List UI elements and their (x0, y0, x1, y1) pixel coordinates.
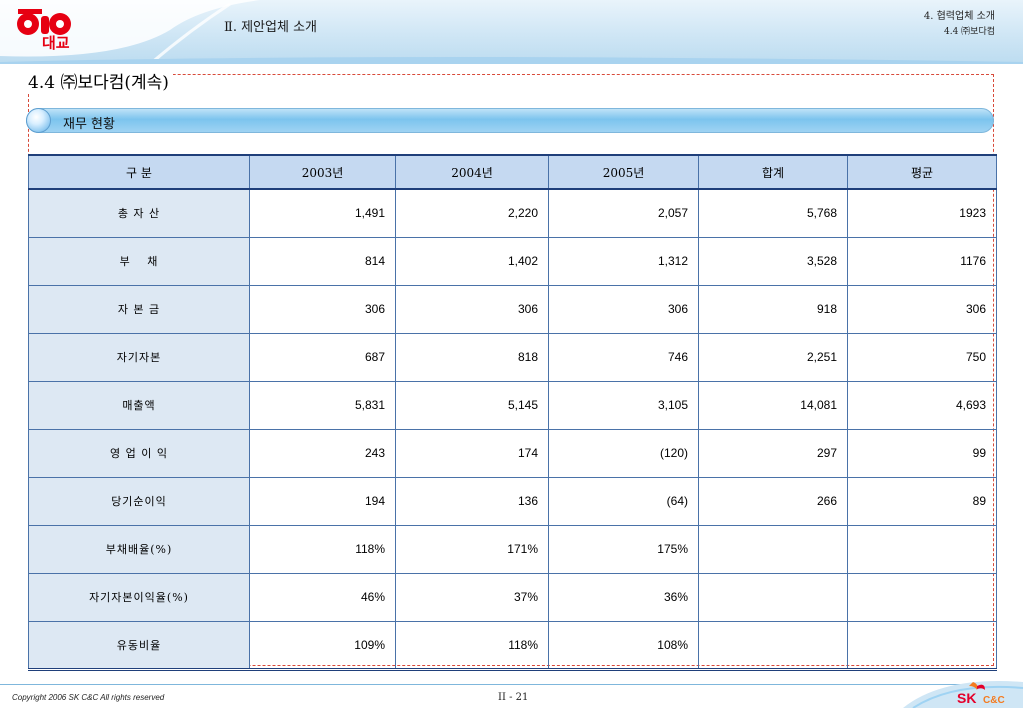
table-cell: 175% (548, 524, 699, 574)
table-cell: 918 (698, 284, 848, 334)
row-label: 부채배율(%) (28, 524, 250, 574)
table-row: 부 채 814 1,402 1,312 3,528 1176 (28, 236, 997, 286)
row-label: 당기순이익 (28, 476, 250, 526)
table-cell: 2,251 (698, 332, 848, 382)
table-cell: 14,081 (698, 380, 848, 430)
table-cell (698, 572, 848, 622)
table-cell (847, 620, 997, 671)
table-row: 영 업 이 익 243 174 (120) 297 99 (28, 428, 997, 478)
table-header-row: 구 분 2003년 2004년 2005년 합계 평균 (28, 154, 997, 190)
sk-cc-logo: SK C&C (957, 682, 1005, 706)
row-label: 총 자 산 (28, 188, 250, 238)
column-header: 평균 (847, 154, 997, 190)
table-cell: 1176 (847, 236, 997, 286)
table-cell: (64) (548, 476, 699, 526)
breadcrumb: 4. 협력업체 소개 4.4 ㈜보다컴 (924, 9, 995, 39)
table-cell: 118% (249, 524, 396, 574)
table-cell: 818 (395, 332, 549, 382)
table-cell: 306 (548, 284, 699, 334)
table-cell: 3,105 (548, 380, 699, 430)
table-row: 유동비율 109% 118% 108% (28, 620, 997, 671)
footer-divider (0, 684, 1023, 685)
page-title: 4.4 ㈜보다컴(계속) (28, 68, 173, 93)
subtitle-bar: 재무 현황 (26, 108, 994, 133)
subtitle-label: 재무 현황 (63, 117, 115, 132)
daekyo-logo: 대교 (17, 9, 71, 52)
table-cell: 36% (548, 572, 699, 622)
table-cell: 37% (395, 572, 549, 622)
row-label: 유동비율 (28, 620, 250, 671)
table-cell: 136 (395, 476, 549, 526)
section-title: Ⅱ. 제안업체 소개 (224, 20, 317, 35)
table-cell: 1,402 (395, 236, 549, 286)
table-row: 자기자본이익율(%) 46% 37% 36% (28, 572, 997, 622)
table-cell: 266 (698, 476, 848, 526)
row-label: 자기자본 (28, 332, 250, 382)
table-cell (847, 524, 997, 574)
table-row: 당기순이익 194 136 (64) 266 89 (28, 476, 997, 526)
table-cell (698, 524, 848, 574)
column-header: 합계 (698, 154, 848, 190)
column-header: 2003년 (249, 154, 396, 190)
header-wave-graphic (0, 0, 1023, 64)
table-cell: 46% (249, 572, 396, 622)
table-row: 매출액 5,831 5,145 3,105 14,081 4,693 (28, 380, 997, 430)
table-cell: 2,220 (395, 188, 549, 238)
table-row: 자기자본 687 818 746 2,251 750 (28, 332, 997, 382)
table-cell: 118% (395, 620, 549, 671)
table-cell: 1,491 (249, 188, 396, 238)
table-row: 자 본 금 306 306 306 918 306 (28, 284, 997, 334)
table-cell: 306 (395, 284, 549, 334)
table-cell: 243 (249, 428, 396, 478)
sk-logo-text: SK (957, 690, 976, 706)
row-label: 매출액 (28, 380, 250, 430)
row-label: 영 업 이 익 (28, 428, 250, 478)
table-cell: 1,312 (548, 236, 699, 286)
table-cell (847, 572, 997, 622)
table-row: 총 자 산 1,491 2,220 2,057 5,768 1923 (28, 188, 997, 238)
copyright-text: Copyright 2006 SK C&C All rights reserve… (12, 693, 165, 702)
table-cell: 4,693 (847, 380, 997, 430)
table-cell: 89 (847, 476, 997, 526)
table-cell: 5,145 (395, 380, 549, 430)
column-header: 2004년 (395, 154, 549, 190)
column-header: 구 분 (28, 154, 250, 190)
financial-table: 구 분 2003년 2004년 2005년 합계 평균 총 자 산 1,491 … (28, 154, 997, 671)
row-label: 자기자본이익율(%) (28, 572, 250, 622)
table-cell: 171% (395, 524, 549, 574)
table-cell: 108% (548, 620, 699, 671)
table-cell: 99 (847, 428, 997, 478)
table-cell: 3,528 (698, 236, 848, 286)
table-cell: 750 (847, 332, 997, 382)
table-cell: 306 (249, 284, 396, 334)
table-cell: 306 (847, 284, 997, 334)
row-label: 자 본 금 (28, 284, 250, 334)
row-label: 부 채 (28, 236, 250, 286)
table-cell: 687 (249, 332, 396, 382)
table-cell: 814 (249, 236, 396, 286)
table-cell: 297 (698, 428, 848, 478)
table-cell: 194 (249, 476, 396, 526)
table-cell: 746 (548, 332, 699, 382)
table-cell: (120) (548, 428, 699, 478)
sk-butterfly-icon (969, 682, 978, 690)
logo-text: 대교 (42, 34, 70, 52)
table-cell: 2,057 (548, 188, 699, 238)
page-number: II - 21 (498, 692, 529, 703)
bullet-icon (26, 108, 51, 133)
table-row: 부채배율(%) 118% 171% 175% (28, 524, 997, 574)
table-cell: 109% (249, 620, 396, 671)
cc-logo-text: C&C (983, 695, 1005, 706)
table-cell: 5,831 (249, 380, 396, 430)
table-cell: 5,768 (698, 188, 848, 238)
table-cell: 174 (395, 428, 549, 478)
breadcrumb-chapter: 4. 협력업체 소개 (923, 11, 995, 22)
breadcrumb-section: 4.4 ㈜보다컴 (943, 27, 995, 37)
table-cell: 1923 (847, 188, 997, 238)
table-cell (698, 620, 848, 671)
header-band: 대교 Ⅱ. 제안업체 소개 4. 협력업체 소개 4.4 ㈜보다컴 (0, 0, 1023, 64)
column-header: 2005년 (548, 154, 699, 190)
